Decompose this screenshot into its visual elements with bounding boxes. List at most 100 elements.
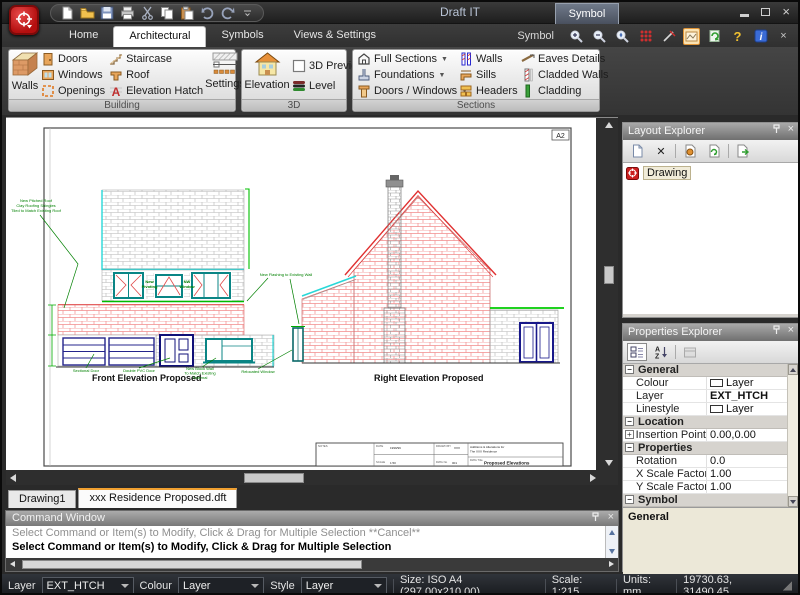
print-button[interactable] bbox=[119, 5, 135, 21]
colour-combo[interactable]: Layer bbox=[178, 577, 264, 594]
pin-icon[interactable] bbox=[772, 325, 781, 335]
category-location[interactable]: −Location bbox=[623, 416, 798, 429]
walls-button[interactable]: Walls bbox=[11, 51, 39, 99]
collapse-icon[interactable]: − bbox=[625, 417, 634, 426]
doors-button[interactable]: Doors bbox=[39, 51, 107, 67]
category-properties[interactable]: −Properties bbox=[623, 442, 798, 455]
foundations-button[interactable]: Foundations▼ bbox=[355, 67, 457, 83]
openings-button[interactable]: Openings bbox=[39, 83, 107, 99]
command-window-titlebar[interactable]: Command Window × bbox=[6, 511, 618, 526]
close-ribbon-button[interactable]: × bbox=[775, 28, 792, 45]
command-history[interactable]: Select Command or Item(s) to Modify, Cli… bbox=[6, 526, 618, 558]
full-sections-button[interactable]: Full Sections▼ bbox=[355, 51, 457, 67]
scroll-down-arrow[interactable] bbox=[609, 549, 615, 554]
tab-views-settings[interactable]: Views & Settings bbox=[279, 26, 391, 47]
scroll-down-arrow[interactable] bbox=[788, 496, 798, 507]
application-menu-button[interactable] bbox=[9, 5, 39, 35]
sketch-mode-button[interactable] bbox=[683, 28, 700, 45]
scroll-right-arrow[interactable] bbox=[609, 561, 614, 567]
close-window-button[interactable]: × bbox=[782, 5, 790, 18]
help-button[interactable]: ? bbox=[729, 28, 746, 45]
level-button[interactable]: Level bbox=[290, 76, 344, 96]
settings-button[interactable]: Settings bbox=[205, 51, 245, 99]
headers-button[interactable]: Headers bbox=[457, 83, 519, 99]
sections-doors-windows-button[interactable]: Doors / Windows▼ bbox=[355, 83, 457, 99]
sections-walls-button[interactable]: Walls bbox=[457, 51, 519, 67]
cladded-walls-button[interactable]: Cladded Walls bbox=[519, 67, 599, 83]
close-layout-explorer-button[interactable]: × bbox=[788, 124, 794, 134]
info-button[interactable]: i bbox=[752, 28, 769, 45]
tab-residence-proposed[interactable]: xxx Residence Proposed.dft bbox=[78, 488, 237, 508]
scroll-up-arrow[interactable] bbox=[605, 122, 613, 128]
horizontal-scroll-thumb[interactable] bbox=[244, 473, 304, 483]
vertical-scroll-thumb[interactable] bbox=[604, 266, 614, 284]
restore-button[interactable] bbox=[761, 8, 770, 16]
import-layout-button[interactable] bbox=[680, 142, 700, 160]
layout-explorer-titlebar[interactable]: Layout Explorer × bbox=[623, 123, 798, 140]
tab-symbols[interactable]: Symbols bbox=[206, 26, 278, 47]
canvas-horizontal-scrollbar[interactable] bbox=[6, 471, 600, 485]
close-properties-explorer-button[interactable]: × bbox=[788, 325, 794, 335]
scroll-right-arrow[interactable] bbox=[590, 474, 596, 482]
open-button[interactable] bbox=[79, 5, 95, 21]
scroll-left-arrow[interactable] bbox=[10, 474, 16, 482]
drawing-canvas[interactable]: A2 bbox=[6, 118, 596, 470]
new-layout-button[interactable] bbox=[627, 142, 647, 160]
refresh-button[interactable] bbox=[706, 28, 723, 45]
windows-button[interactable]: Windows bbox=[39, 67, 107, 83]
snap-toggle-button[interactable] bbox=[660, 28, 677, 45]
roof-button[interactable]: Roof bbox=[107, 67, 205, 83]
eaves-details-button[interactable]: Eaves Details bbox=[519, 51, 599, 67]
contextual-tab-group-header[interactable]: Symbol bbox=[555, 3, 619, 24]
update-layout-button[interactable] bbox=[704, 142, 724, 160]
zoom-out-button[interactable] bbox=[591, 28, 608, 45]
undo-button[interactable] bbox=[199, 5, 215, 21]
redo-button[interactable] bbox=[219, 5, 235, 21]
scroll-up-arrow[interactable] bbox=[609, 530, 615, 535]
style-combo[interactable]: Layer bbox=[301, 577, 387, 594]
properties-explorer-titlebar[interactable]: Properties Explorer × bbox=[623, 324, 798, 341]
command-vertical-scrollbar[interactable] bbox=[605, 526, 618, 558]
tab-architectural[interactable]: Architectural bbox=[113, 26, 206, 47]
layer-combo[interactable]: EXT_HTCH bbox=[42, 577, 134, 594]
save-button[interactable] bbox=[99, 5, 115, 21]
pin-icon[interactable] bbox=[591, 512, 600, 522]
pin-icon[interactable] bbox=[772, 124, 781, 134]
scroll-up-arrow[interactable] bbox=[788, 364, 798, 375]
insert-layout-button[interactable] bbox=[733, 142, 753, 160]
zoom-in-button[interactable] bbox=[568, 28, 585, 45]
scroll-left-arrow[interactable] bbox=[10, 561, 15, 567]
elevation-hatch-button[interactable]: AElevation Hatch bbox=[107, 83, 205, 99]
close-command-window-button[interactable]: × bbox=[608, 512, 614, 522]
canvas-vertical-scrollbar[interactable] bbox=[602, 118, 616, 470]
layout-item-drawing[interactable]: Drawing bbox=[626, 166, 795, 180]
category-symbol[interactable]: −Symbol bbox=[623, 494, 798, 507]
scroll-down-arrow[interactable] bbox=[605, 460, 613, 466]
grid-toggle-button[interactable] bbox=[637, 28, 654, 45]
horizontal-scroll-thumb[interactable] bbox=[22, 560, 362, 569]
categorized-view-button[interactable] bbox=[627, 343, 647, 361]
3d-preview-checkbox[interactable]: 3D Preview bbox=[290, 56, 344, 76]
properties-scrollbar[interactable] bbox=[787, 364, 798, 507]
minimize-button[interactable] bbox=[740, 14, 749, 17]
staircase-button[interactable]: Staircase bbox=[107, 51, 205, 67]
new-button[interactable] bbox=[59, 5, 75, 21]
tab-drawing1[interactable]: Drawing1 bbox=[8, 490, 76, 508]
elevation-button[interactable]: Elevation bbox=[244, 51, 290, 99]
command-horizontal-scrollbar[interactable] bbox=[6, 558, 618, 571]
category-general[interactable]: −General bbox=[623, 364, 798, 377]
collapse-icon[interactable]: − bbox=[625, 365, 634, 374]
sills-button[interactable]: Sills bbox=[457, 67, 519, 83]
collapse-icon[interactable]: − bbox=[625, 495, 634, 504]
copy-button[interactable] bbox=[159, 5, 175, 21]
resize-grip[interactable] bbox=[782, 581, 792, 591]
expand-icon[interactable]: + bbox=[625, 430, 634, 439]
cladding-button[interactable]: Cladding bbox=[519, 83, 599, 99]
cut-button[interactable] bbox=[139, 5, 155, 21]
paste-button[interactable] bbox=[179, 5, 195, 21]
collapse-icon[interactable]: − bbox=[625, 443, 634, 452]
zoom-extents-button[interactable] bbox=[614, 28, 631, 45]
delete-layout-button[interactable]: ✕ bbox=[651, 142, 671, 160]
alphabetical-sort-button[interactable]: AZ bbox=[651, 343, 671, 361]
qat-overflow-chevron-icon[interactable] bbox=[239, 5, 255, 21]
